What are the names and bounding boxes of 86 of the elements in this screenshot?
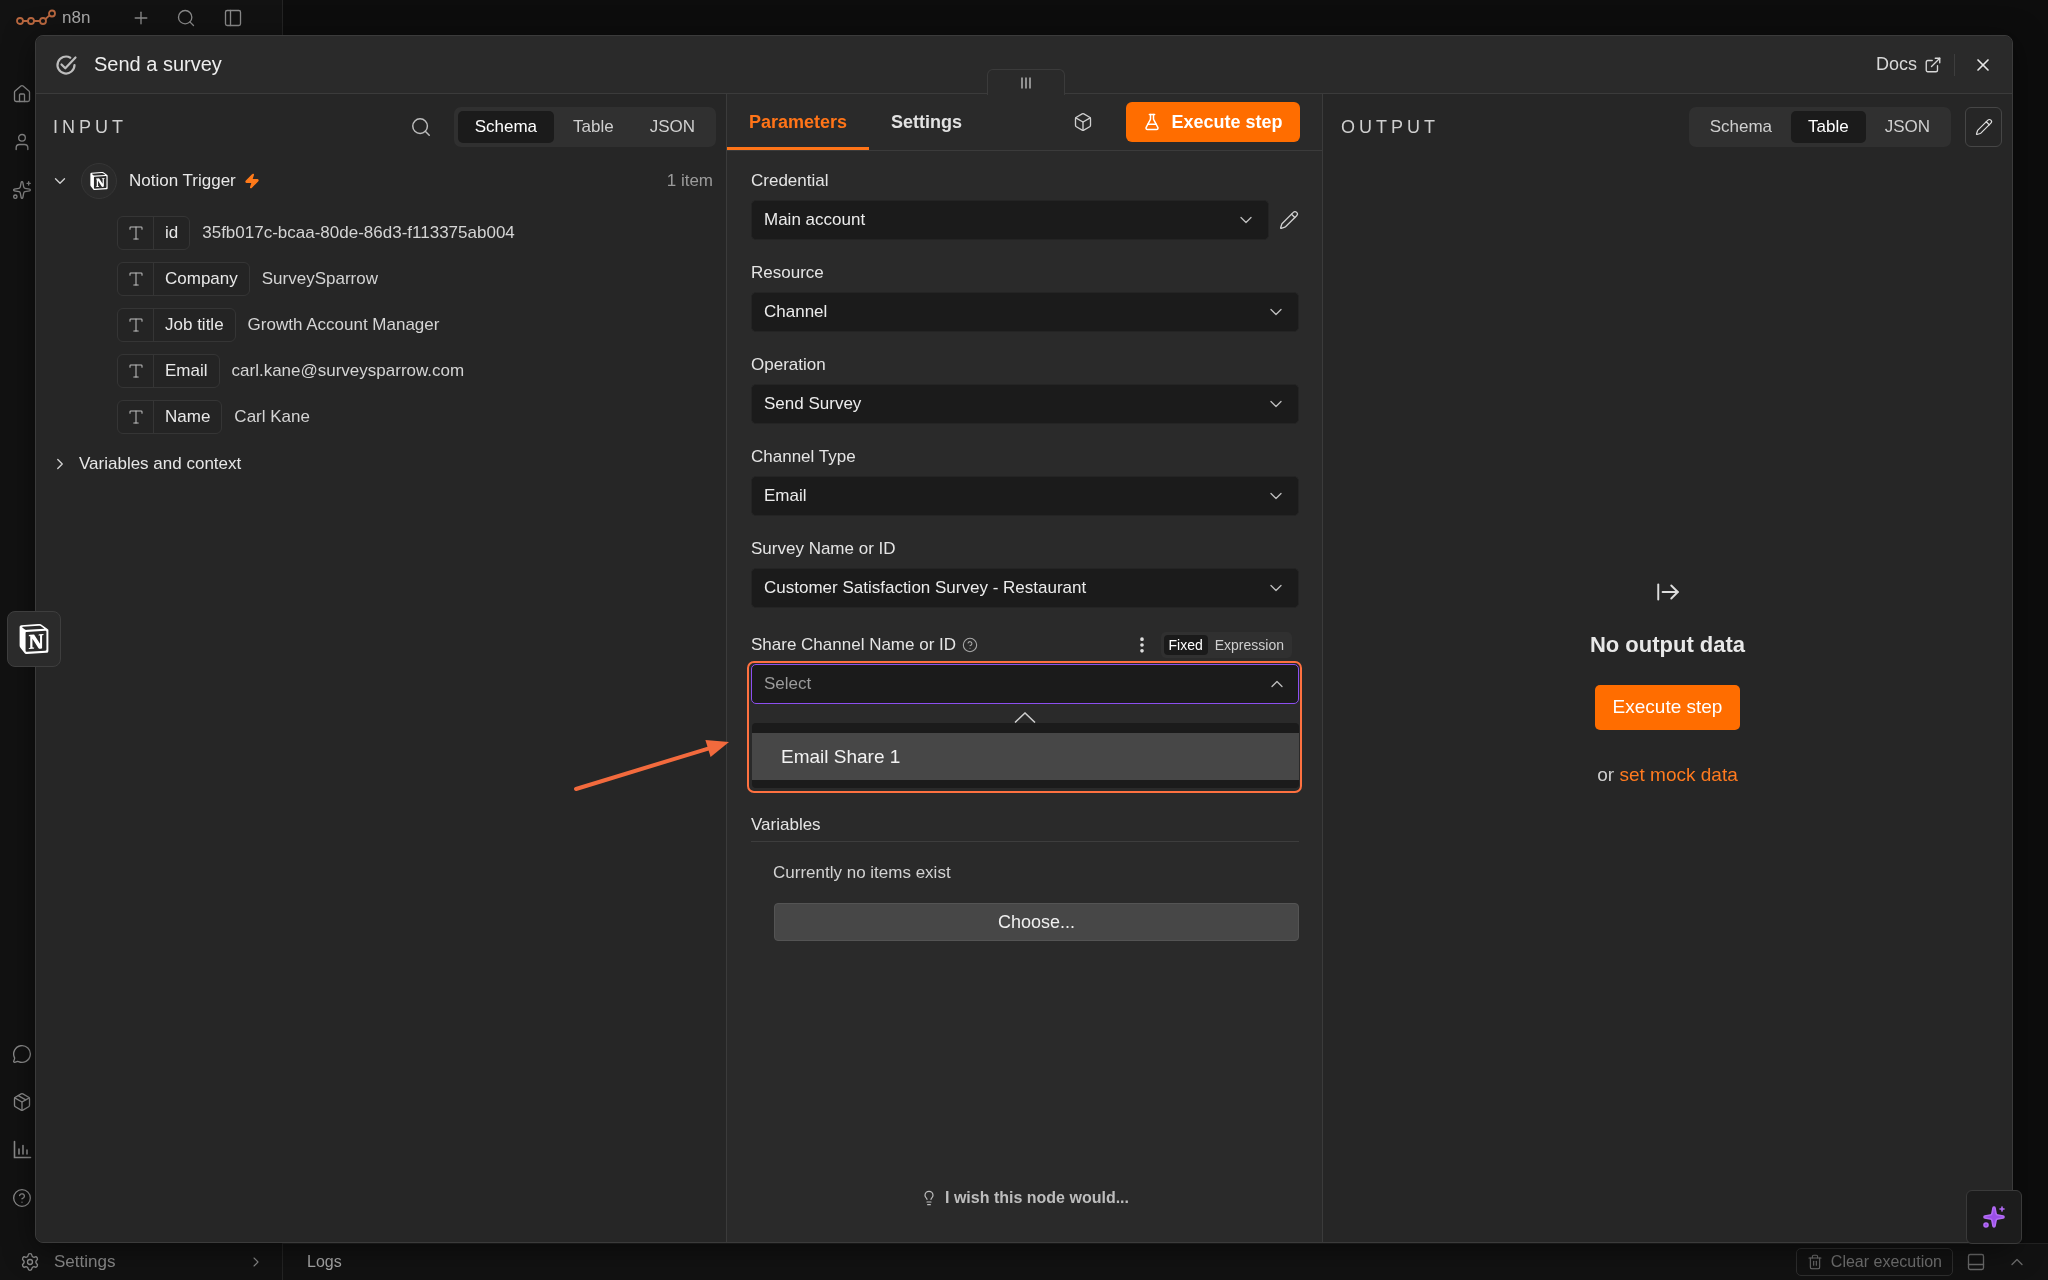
mock-data-hint: or set mock data	[1597, 762, 1738, 787]
view-tab[interactable]: Table	[1791, 111, 1866, 143]
empty-title: No output data	[1589, 630, 1746, 659]
canvas-node[interactable]	[7, 611, 61, 667]
field-label: Resource	[751, 262, 825, 284]
settings-link[interactable]: Settings	[54, 1252, 116, 1272]
check-circle-icon	[54, 52, 78, 77]
dialog-title: Send a survey	[94, 53, 222, 76]
text-type-icon	[126, 224, 145, 242]
mode-option[interactable]: Fixed	[1163, 635, 1208, 655]
field-label: Channel Type	[751, 446, 857, 468]
sparkle-icon	[1982, 1205, 2006, 1229]
search-icon[interactable]	[409, 116, 432, 138]
notion-logo-icon	[19, 624, 49, 654]
field-key: Company	[154, 269, 249, 289]
field-value: carl.kane@surveysparrow.com	[231, 361, 465, 381]
pencil-icon[interactable]	[1279, 210, 1299, 230]
view-tab[interactable]: JSON	[1867, 111, 1947, 143]
settings-icon[interactable]	[20, 1252, 40, 1272]
panel-tab[interactable]: Settings	[869, 94, 985, 150]
lightning-icon	[243, 173, 260, 189]
field-label: Share Channel Name or ID	[751, 635, 957, 655]
field-key: Email	[154, 361, 219, 381]
panel-icon[interactable]	[223, 8, 244, 28]
select-field[interactable]: Send Survey	[751, 384, 1299, 424]
field-key: id	[154, 223, 190, 243]
chat-icon[interactable]	[12, 1044, 32, 1064]
field-value: 35fb017c-bcaa-80de-86d3-f113375ab004	[202, 223, 515, 243]
select-field[interactable]: Channel	[751, 292, 1299, 332]
field-label: Operation	[751, 354, 827, 376]
home-icon[interactable]	[12, 84, 32, 104]
text-type-icon	[126, 316, 145, 334]
search-icon[interactable]	[176, 8, 197, 28]
select-field[interactable]: Main account	[751, 200, 1269, 240]
set-mock-data-link[interactable]: set mock data	[1619, 763, 1738, 785]
view-tab[interactable]: JSON	[632, 111, 712, 143]
context-label[interactable]: Variables and context	[79, 454, 242, 474]
help-icon[interactable]	[962, 637, 979, 653]
docs-link[interactable]: Docs	[1876, 54, 1942, 75]
logo-icon	[16, 9, 56, 27]
sparkle-icon[interactable]	[12, 180, 32, 200]
drag-handle[interactable]	[987, 69, 1065, 95]
field-label: Credential	[751, 170, 830, 192]
chart-icon[interactable]	[12, 1140, 32, 1160]
panel-icon[interactable]	[1966, 1252, 1986, 1272]
text-type-icon	[126, 270, 145, 288]
select-field[interactable]: Customer Satisfaction Survey - Restaurant	[751, 568, 1299, 608]
view-tab[interactable]: Schema	[1692, 111, 1789, 143]
empty-message: Currently no items exist	[772, 862, 952, 884]
panel-heading: INPUT	[53, 116, 127, 138]
pencil-icon	[1974, 118, 1993, 136]
notion-logo-icon	[81, 163, 117, 199]
feedback-link[interactable]: I wish this node would...	[921, 1189, 1129, 1207]
panel-tab[interactable]: Parameters	[727, 94, 870, 150]
field-value: Growth Account Manager	[247, 315, 440, 335]
view-tab[interactable]: Table	[556, 111, 631, 143]
external-link-icon	[1924, 55, 1942, 74]
choose-button[interactable]: Choose...	[774, 903, 1299, 941]
dropdown-option[interactable]: Email Share 1	[752, 733, 1299, 780]
section-label: Variables	[751, 814, 1299, 842]
text-type-icon	[126, 362, 145, 380]
text-type-icon	[126, 408, 145, 426]
select-field[interactable]: Email	[751, 476, 1299, 516]
grip-icon	[1021, 76, 1031, 89]
trash-icon	[1806, 1254, 1823, 1270]
field-key: Name	[154, 407, 222, 427]
item-count: 1 item	[666, 171, 713, 191]
field-key: Job title	[154, 315, 235, 335]
select-field[interactable]: Select	[751, 664, 1299, 704]
flask-icon	[1143, 113, 1162, 131]
logs-label[interactable]: Logs	[307, 1253, 342, 1271]
package-icon[interactable]	[12, 1092, 32, 1112]
field-label: Survey Name or ID	[751, 538, 897, 560]
cube-icon[interactable]	[1073, 112, 1093, 132]
view-tab[interactable]: Schema	[457, 111, 554, 143]
app-logo-text: n8n	[62, 8, 91, 28]
mode-option[interactable]: Expression	[1209, 635, 1289, 655]
field-value: Carl Kane	[234, 407, 310, 427]
lightbulb-icon	[921, 1190, 937, 1206]
ai-assistant-button[interactable]	[1966, 1190, 2022, 1244]
help-icon[interactable]	[12, 1188, 32, 1208]
edit-button[interactable]	[1965, 107, 2002, 147]
panel-heading: OUTPUT	[1341, 116, 1439, 138]
caret-icon	[1014, 712, 1036, 723]
field-value: SurveySparrow	[261, 269, 378, 289]
node-name: Notion Trigger	[129, 171, 236, 191]
